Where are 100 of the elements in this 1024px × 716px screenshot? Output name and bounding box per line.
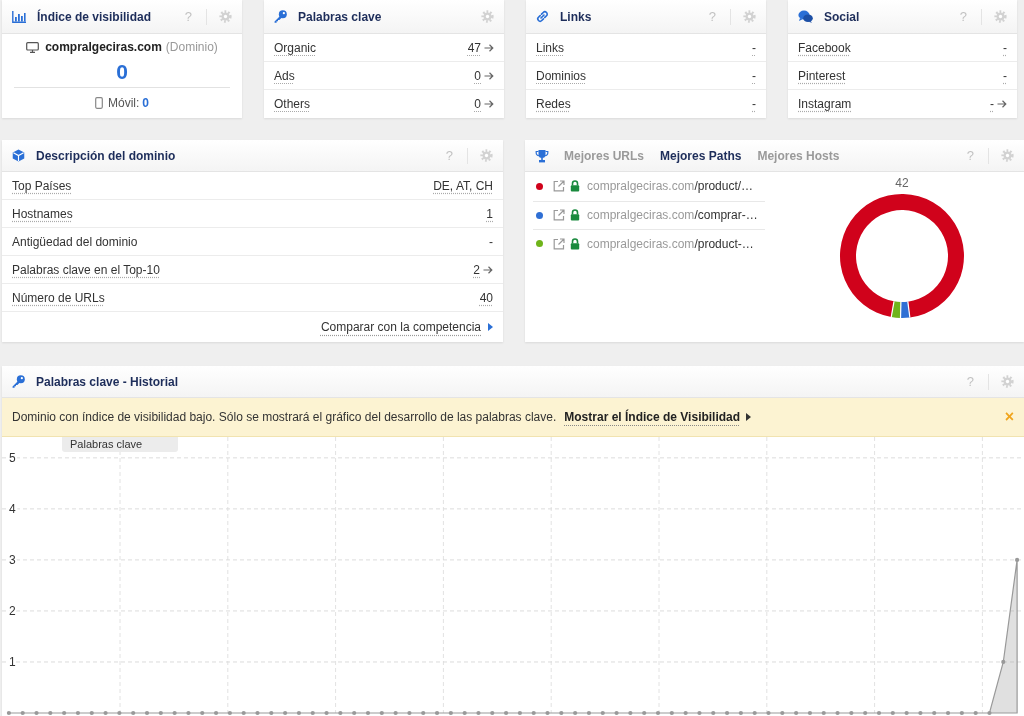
path-link[interactable]: compralgeciras.com/product/…	[587, 179, 754, 194]
arrow-right-icon[interactable]	[483, 264, 493, 275]
arrow-right-icon[interactable]	[484, 99, 494, 109]
arrow-right-icon[interactable]	[997, 99, 1007, 109]
row-label: Dominios	[536, 68, 586, 83]
row-label: Organic	[274, 40, 317, 55]
bar-chart-icon	[12, 10, 26, 23]
y-tick-label: 5	[9, 450, 16, 465]
monitor-icon	[26, 41, 40, 53]
y-tick-label: 4	[9, 501, 16, 516]
data-point	[338, 710, 343, 716]
data-point	[945, 710, 951, 716]
data-point	[918, 710, 923, 716]
settings-icon[interactable]	[481, 10, 494, 23]
data-point	[531, 710, 536, 716]
data-point	[711, 710, 716, 716]
card-title: Palabras clave - Historial	[36, 374, 179, 389]
data-point	[738, 710, 743, 716]
data-point	[269, 710, 274, 716]
settings-icon[interactable]	[480, 149, 493, 162]
data-point	[434, 710, 440, 716]
donut-total: 42	[895, 176, 909, 190]
row-value: -	[752, 68, 756, 83]
data-point	[131, 710, 136, 716]
data-point	[158, 710, 163, 716]
row-label: Antigüedad del dominio	[12, 234, 138, 249]
arrow-right-icon[interactable]	[484, 70, 494, 81]
data-point	[780, 710, 785, 716]
settings-icon[interactable]	[219, 10, 232, 23]
row-value: -	[752, 40, 756, 55]
external-link-icon[interactable]	[553, 237, 565, 250]
y-tick-label: 1	[9, 654, 16, 669]
data-point	[904, 710, 909, 716]
row-value[interactable]: 2	[473, 262, 480, 277]
lock-icon	[570, 209, 580, 222]
data-point	[62, 710, 67, 716]
caret-right-icon	[488, 323, 493, 331]
card-title: Social	[824, 9, 860, 24]
data-point	[932, 710, 937, 716]
tab[interactable]: Mejores Paths	[660, 148, 742, 163]
row-label: Palabras clave en el Top-10	[12, 262, 160, 277]
card-title: Links	[560, 9, 592, 24]
settings-icon[interactable]	[1001, 375, 1014, 388]
data-point	[752, 710, 757, 716]
row-value[interactable]: 0	[474, 97, 481, 111]
path-link[interactable]: compralgeciras.com/product-…	[587, 236, 754, 251]
chat-bubbles-icon	[798, 10, 813, 23]
mobile-value: 0	[142, 96, 149, 110]
data-point	[794, 710, 799, 716]
compare-link[interactable]: Comparar con la competencia	[320, 320, 481, 334]
row-label: Instagram	[798, 97, 852, 111]
row-value[interactable]: 0	[474, 68, 481, 83]
data-point	[559, 710, 564, 716]
caret-right-icon	[746, 413, 752, 421]
data-point	[6, 710, 11, 716]
link-icon	[536, 10, 549, 23]
y-tick-label: 3	[9, 552, 16, 567]
row-label: Redes	[536, 97, 571, 111]
y-tick-label: 2	[9, 603, 16, 618]
data-point	[517, 710, 522, 716]
card-title: Índice de visibilidad	[37, 9, 152, 24]
data-point	[20, 710, 25, 716]
row-label: Links	[536, 40, 564, 55]
notice-text: Dominio con índice de visibilidad bajo. Sólo se mostrará el gráfico del desarrollo de las palabras clave.	[12, 410, 557, 424]
phone-icon	[95, 97, 103, 109]
row-value: 1	[486, 206, 493, 221]
external-link-icon[interactable]	[553, 180, 565, 193]
settings-icon[interactable]	[994, 10, 1007, 23]
row-value[interactable]: 47	[467, 40, 481, 55]
settings-icon[interactable]	[743, 10, 756, 23]
data-point	[448, 710, 453, 716]
chart-legend[interactable]: Palabras clave	[62, 437, 178, 452]
data-point	[490, 710, 495, 716]
data-point	[628, 710, 633, 716]
data-point	[863, 710, 868, 716]
mobile-label: Móvil:	[108, 96, 140, 110]
row-value[interactable]: -	[990, 97, 994, 111]
key-icon	[12, 375, 25, 388]
data-point	[573, 710, 578, 716]
data-point	[807, 710, 813, 716]
card-title: Descripción del dominio	[36, 148, 176, 163]
cube-icon	[12, 149, 25, 162]
data-point	[462, 710, 467, 716]
domain-name: compralgeciras.com	[45, 40, 162, 54]
data-point	[186, 710, 191, 716]
data-point	[642, 710, 647, 716]
data-point	[144, 710, 150, 716]
arrow-right-icon[interactable]	[484, 42, 494, 53]
row-label: Hostnames	[12, 206, 73, 221]
data-point	[283, 710, 288, 716]
settings-icon[interactable]	[1001, 149, 1014, 162]
domain-type: (Dominio)	[165, 40, 218, 54]
row-value: -	[489, 234, 493, 249]
show-index-link[interactable]: Mostrar el Índice de Visibilidad	[564, 410, 741, 424]
data-point	[669, 710, 674, 716]
path-link[interactable]: compralgeciras.com/comprar-…	[587, 208, 758, 223]
external-link-icon[interactable]	[553, 209, 565, 222]
data-point	[766, 710, 771, 716]
data-point	[241, 710, 246, 716]
trophy-icon	[535, 148, 549, 163]
